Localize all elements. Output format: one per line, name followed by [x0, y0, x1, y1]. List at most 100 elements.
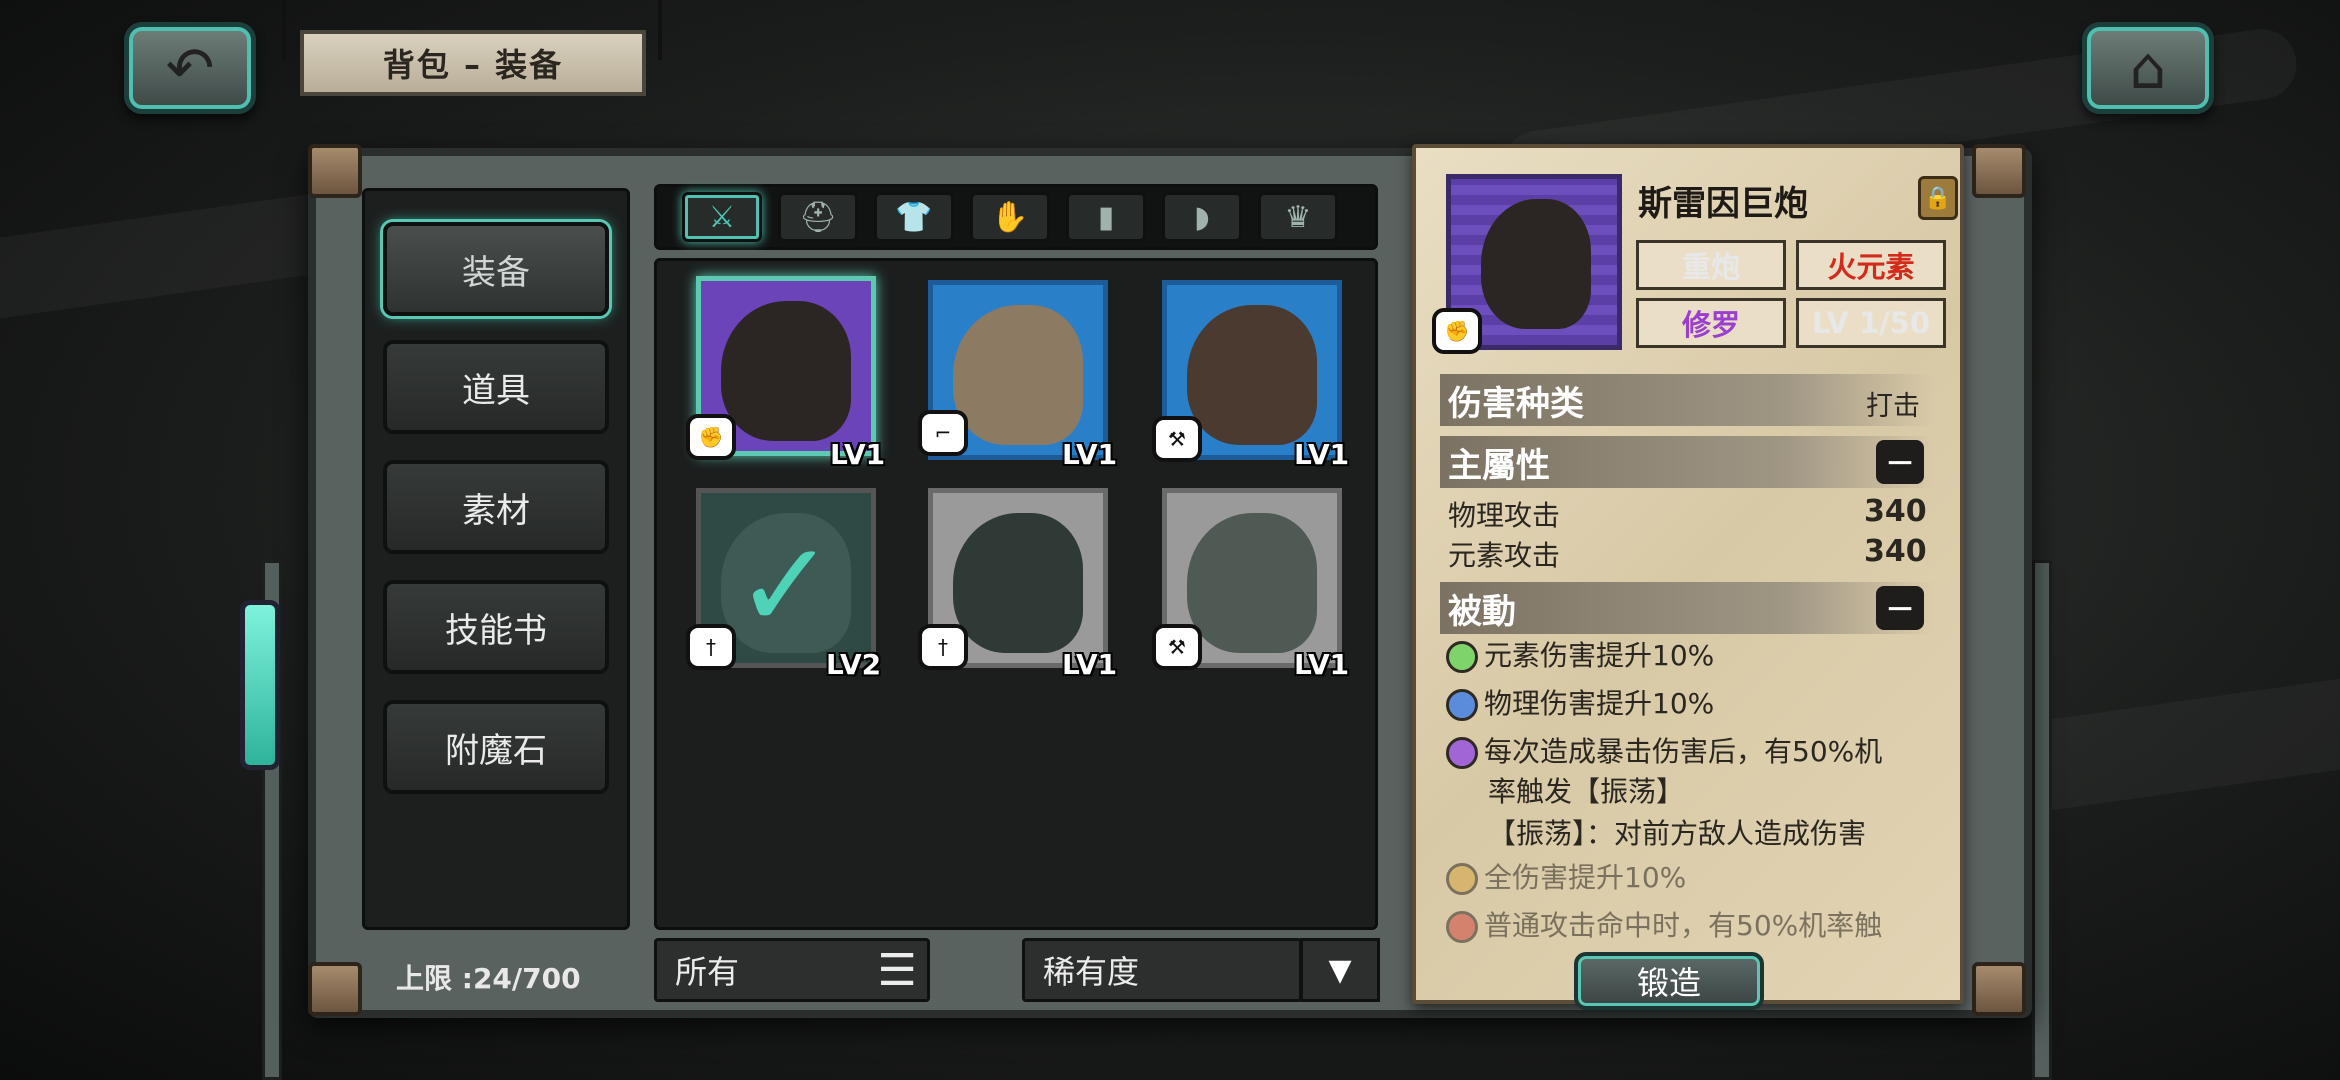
tab-gloves[interactable]: ✋ [970, 192, 1050, 242]
passive-text-cont: 率触发【振荡】 [1488, 775, 1685, 808]
glove-icon: ✋ [991, 199, 1029, 235]
tab-armor[interactable]: 👕 [874, 192, 954, 242]
lock-icon[interactable]: 🔒 [1918, 176, 1958, 220]
weapon-type-tag: 重炮 [1636, 240, 1786, 290]
forge-label: 锻造 [1636, 964, 1701, 1002]
home-button[interactable]: ⌂ [2082, 22, 2214, 114]
weapon-art [1187, 305, 1317, 445]
cannon-art [721, 301, 851, 441]
item-level: LV1 [1294, 438, 1350, 471]
element-tag: 火元素 [1796, 240, 1946, 290]
type-filter-dropdown[interactable]: 所有 ☰ [654, 938, 930, 1002]
passive-text: 元素伤害提升10% [1484, 639, 1715, 672]
green-orb-icon [1446, 641, 1478, 673]
item-level: LV2 [826, 648, 882, 681]
race-tag: 修罗 [1636, 298, 1786, 348]
category-skill-books[interactable]: 技能书 [383, 580, 609, 674]
passive-label: 被動 [1448, 591, 1516, 632]
weapon-art [1187, 513, 1317, 653]
bolt-decor [1972, 962, 2026, 1016]
level-tag: LV 1/50 [1796, 298, 1946, 348]
stat-value: 340 [1864, 534, 1927, 569]
category-label: 素材 [462, 490, 530, 531]
rope-decor [658, 0, 662, 60]
rope-decor [282, 0, 286, 60]
armor-icon: 👕 [895, 199, 933, 235]
yellow-lock-icon [1446, 863, 1478, 895]
passive-text: 普通攻击命中时，有50%机率触 [1484, 909, 1883, 942]
red-lock-icon [1446, 911, 1478, 943]
tab-weapons[interactable]: ⚔ [682, 192, 762, 242]
glow-tube-decor [240, 600, 280, 770]
damage-type-label: 伤害种类 [1448, 383, 1584, 424]
sort-value: 稀有度 [1043, 953, 1140, 991]
category-label: 附魔石 [445, 730, 547, 771]
passive-item: 元素伤害提升10% [1446, 636, 1714, 676]
collapse-main-attr-button[interactable]: − [1876, 440, 1924, 484]
home-icon: ⌂ [2129, 34, 2167, 102]
category-equipment[interactable]: 装备 [383, 222, 609, 316]
cannon-art [1481, 199, 1591, 329]
bolt-decor [308, 144, 362, 198]
item-level: LV1 [1062, 438, 1118, 471]
blue-orb-icon [1446, 689, 1478, 721]
helmet-icon: ⛑ [798, 199, 838, 235]
pants-icon: ▮ [1097, 199, 1115, 235]
sword-type-icon: † [686, 624, 736, 670]
item-level: LV1 [1062, 648, 1118, 681]
type-filter-value: 所有 [675, 953, 740, 991]
category-label: 装备 [462, 252, 530, 293]
passive-item-locked: 普通攻击命中时，有50%机率触 [1446, 906, 1882, 946]
collapse-passive-button[interactable]: − [1876, 586, 1924, 630]
weapon-art [953, 513, 1083, 653]
passive-text: 物理伤害提升10% [1484, 687, 1715, 720]
main-attr-header: 主屬性 [1440, 436, 1934, 488]
back-button[interactable]: ↶ [124, 22, 256, 114]
forge-button[interactable]: 锻造 [1574, 952, 1764, 1010]
stat-label: 元素攻击 [1448, 539, 1561, 572]
category-enchant-stones[interactable]: 附魔石 [383, 700, 609, 794]
tab-pants[interactable]: ▮ [1066, 192, 1146, 242]
passive-text: 【振荡】：对前方敌人造成伤害 [1488, 817, 1867, 850]
damage-type-value: 打击 [1866, 391, 1920, 422]
category-label: 技能书 [445, 610, 547, 651]
gauntlet-type-icon: ✊ [686, 414, 736, 460]
sword-type-icon: † [918, 624, 968, 670]
hammer-type-icon: ⚒ [1152, 416, 1202, 462]
pipe-decor [2032, 560, 2052, 1080]
sort-dropdown-toggle[interactable]: ▼ [1300, 938, 1380, 1002]
item-name: 斯雷因巨炮 [1638, 184, 1808, 224]
passive-item: 每次造成暴击伤害后，有50%机 [1446, 732, 1882, 772]
item-level: LV1 [830, 438, 886, 471]
passive-header: 被動 [1440, 582, 1934, 634]
passive-item-locked: 全伤害提升10% [1446, 858, 1686, 898]
passive-text: 全伤害提升10% [1484, 861, 1687, 894]
bolt-decor [308, 962, 362, 1016]
stat-value: 340 [1864, 494, 1927, 529]
passive-text: 每次造成暴击伤害后，有50%机 [1484, 735, 1883, 768]
tab-accessory[interactable]: ♛ [1258, 192, 1338, 242]
main-attr-label: 主屬性 [1448, 445, 1550, 486]
back-arrow-icon: ↶ [165, 34, 215, 102]
hammer-type-icon: ⚒ [1152, 624, 1202, 670]
category-materials[interactable]: 素材 [383, 460, 609, 554]
sort-dropdown[interactable]: 稀有度 [1022, 938, 1302, 1002]
gun-type-icon: ⌐ [918, 410, 968, 456]
crown-icon: ♛ [1284, 199, 1312, 235]
capacity-label: 上限 :24/700 [396, 962, 581, 995]
equipped-check-icon: ✓ [735, 517, 836, 656]
passive-item: 物理伤害提升10% [1446, 684, 1714, 724]
boots-icon: ◗ [1194, 199, 1210, 235]
category-items[interactable]: 道具 [383, 340, 609, 434]
tab-helmet[interactable]: ⛑ [778, 192, 858, 242]
bolt-decor [1972, 144, 2026, 198]
chevron-down-icon: ▼ [1328, 952, 1352, 988]
item-level: LV1 [1294, 648, 1350, 681]
tab-boots[interactable]: ◗ [1162, 192, 1242, 242]
gauntlet-type-icon: ✊ [1432, 308, 1482, 354]
purple-orb-icon [1446, 737, 1478, 769]
crossed-swords-icon: ⚔ [708, 199, 736, 235]
page-title: 背包 – 装备 [300, 30, 646, 96]
stat-label: 物理攻击 [1448, 499, 1561, 532]
damage-type-header: 伤害种类 [1440, 374, 1934, 426]
